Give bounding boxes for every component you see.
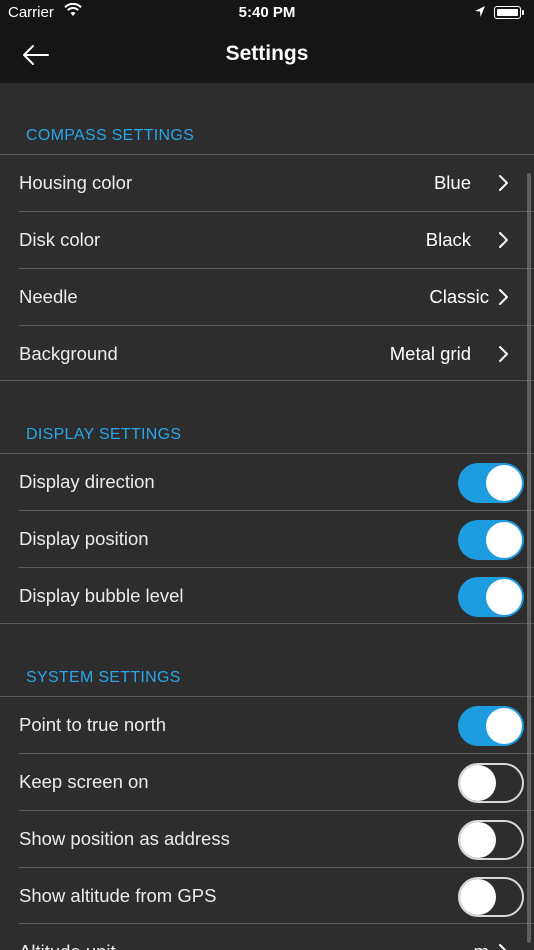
row-display-direction: Display direction [0, 454, 534, 511]
row-label: Point to true north [19, 714, 167, 735]
toggle-knob [486, 579, 522, 615]
row-show-altitude-from-gps: Show altitude from GPS [0, 868, 534, 925]
row-value: Classic [429, 286, 489, 307]
row-label: Display position [19, 528, 149, 549]
row-label: Altitude unit [19, 941, 116, 950]
altitude-gps-toggle[interactable] [458, 877, 524, 917]
settings-list[interactable]: COMPASS SETTINGS Housing color Blue Disk… [0, 83, 534, 950]
row-label: Needle [19, 286, 78, 307]
toggle-knob [460, 822, 496, 858]
chevron-right-icon [498, 345, 510, 363]
row-label: Show position as address [19, 828, 230, 849]
row-needle[interactable]: Needle Classic [0, 269, 534, 326]
row-value: Black [425, 229, 471, 250]
row-label: Display direction [19, 471, 155, 492]
toggle-knob [460, 879, 496, 915]
chevron-right-icon [498, 288, 510, 306]
display-position-toggle[interactable] [458, 520, 524, 560]
row-value: Blue [433, 172, 471, 193]
section-header-compass: COMPASS SETTINGS [26, 127, 195, 144]
display-bubble-level-toggle[interactable] [458, 577, 524, 617]
section-header-display: DISPLAY SETTINGS [26, 426, 182, 443]
divider [0, 623, 534, 624]
row-altitude-unit[interactable]: Altitude unit m [0, 924, 534, 950]
location-arrow-icon [474, 5, 486, 22]
row-label: Display bubble level [19, 585, 184, 606]
scrollbar[interactable] [527, 173, 531, 943]
toggle-knob [486, 708, 522, 744]
row-label: Background [19, 343, 118, 364]
keep-screen-on-toggle[interactable] [458, 763, 524, 803]
true-north-toggle[interactable] [458, 706, 524, 746]
row-display-position: Display position [0, 511, 534, 568]
row-label: Keep screen on [19, 771, 149, 792]
row-label: Disk color [19, 229, 101, 250]
row-show-position-as-address: Show position as address [0, 811, 534, 868]
row-keep-screen-on: Keep screen on [0, 754, 534, 811]
row-point-to-true-north: Point to true north [0, 697, 534, 754]
section-header-system: SYSTEM SETTINGS [26, 669, 181, 686]
toggle-knob [460, 765, 496, 801]
toggle-knob [486, 522, 522, 558]
row-display-bubble-level: Display bubble level [0, 568, 534, 625]
navigation-bar: Settings [0, 27, 534, 83]
row-housing-color[interactable]: Housing color Blue [0, 155, 534, 212]
battery-icon [494, 6, 524, 19]
row-value: m [474, 941, 489, 950]
row-label: Housing color [19, 172, 133, 193]
status-bar: Carrier 5:40 PM [0, 0, 534, 27]
chevron-right-icon [498, 943, 510, 950]
toggle-knob [486, 465, 522, 501]
divider [0, 380, 534, 381]
row-label: Show altitude from GPS [19, 885, 217, 906]
page-title: Settings [225, 42, 309, 65]
status-time: 5:40 PM [238, 4, 296, 21]
chevron-right-icon [498, 174, 510, 192]
position-address-toggle[interactable] [458, 820, 524, 860]
display-direction-toggle[interactable] [458, 463, 524, 503]
row-disk-color[interactable]: Disk color Black [0, 212, 534, 269]
row-background[interactable]: Background Metal grid [0, 326, 534, 383]
row-value: Metal grid [389, 343, 471, 364]
chevron-right-icon [498, 231, 510, 249]
